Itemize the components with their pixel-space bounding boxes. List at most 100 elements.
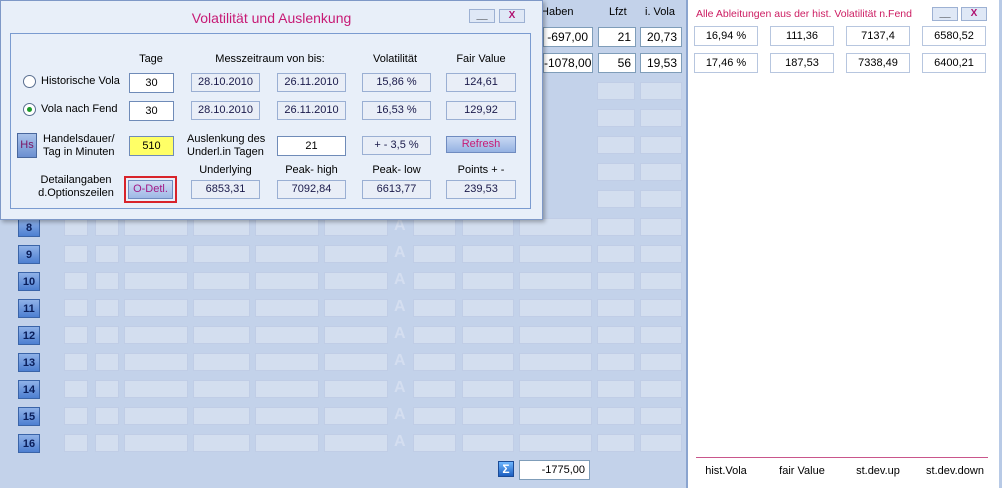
handelsdauer-input[interactable]: 510 [129, 136, 174, 156]
row-field [640, 82, 682, 100]
footer-stdev-down: st.dev.down [926, 465, 984, 477]
lfzt-cell[interactable]: 56 [598, 53, 636, 73]
row-field [597, 163, 635, 181]
row-select [324, 218, 388, 236]
row-field [597, 299, 635, 317]
row-select [124, 272, 188, 290]
row-field [462, 272, 514, 290]
dialog-minimize-button[interactable]: __ [469, 9, 495, 23]
row-a-marker: A [394, 379, 406, 396]
tage-input[interactable]: 30 [129, 73, 174, 93]
row-k-field [64, 272, 88, 290]
row-select [324, 380, 388, 398]
row-number-button[interactable]: 9 [18, 245, 40, 264]
row-field [640, 353, 682, 371]
row-select [255, 326, 319, 344]
row-number-button[interactable]: 13 [18, 353, 40, 372]
dialog-title: Volatilität und Auslenkung [191, 10, 352, 26]
row-select [255, 380, 319, 398]
refresh-button[interactable]: Refresh [446, 136, 516, 153]
row-select [255, 218, 319, 236]
row-field [640, 272, 682, 290]
auslenkung-percent: + - 3,5 % [362, 136, 431, 155]
row-field [193, 299, 250, 317]
stdev-up-cell: 7338,49 [846, 53, 910, 73]
panel-close-button[interactable]: X [961, 7, 987, 21]
row-field [597, 353, 635, 371]
header-haben: /Haben [538, 6, 574, 18]
row-select [324, 299, 388, 317]
volatility-value: 16,53 % [362, 101, 431, 120]
row-c-field [95, 218, 119, 236]
haben-cell: -1078,00 [543, 53, 593, 73]
row-select [124, 245, 188, 263]
to-date: 26.11.2010 [277, 101, 346, 120]
header-volatilitaet: Volatilität [372, 53, 418, 65]
row-number-button[interactable]: 14 [18, 380, 40, 399]
row-field [413, 353, 456, 371]
from-date: 28.10.2010 [191, 73, 260, 92]
row-field [640, 299, 682, 317]
row-field [597, 245, 635, 263]
row-a-marker: A [394, 325, 406, 342]
row-field [519, 218, 592, 236]
auslenkung-input[interactable]: 21 [277, 136, 346, 156]
row-field [462, 245, 514, 263]
row-field [519, 434, 592, 452]
row-field [519, 299, 592, 317]
row-select [324, 245, 388, 263]
derivations-panel [686, 0, 999, 488]
odetl-button[interactable]: O-Detl. [128, 180, 173, 199]
stdev-up-cell: 7137,4 [846, 26, 910, 46]
header-messzeitraum: Messzeitraum von bis: [215, 53, 325, 65]
dialog-close-button[interactable]: X [499, 9, 525, 23]
row-number-button[interactable]: 11 [18, 299, 40, 318]
row-field [193, 353, 250, 371]
total-field: -1775,00 [519, 460, 590, 480]
historische-vola-radio[interactable] [23, 75, 36, 88]
row-field [597, 326, 635, 344]
footer-stdev-up: st.dev.up [856, 465, 900, 477]
vola-nach-fend-radio[interactable] [23, 103, 36, 116]
row-field [413, 245, 456, 263]
fair-value-cell: 111,36 [770, 26, 834, 46]
row-select [124, 326, 188, 344]
row-k-field [64, 353, 88, 371]
vola-cell[interactable]: 19,53 [640, 53, 682, 73]
vola-cell[interactable]: 20,73 [640, 27, 682, 47]
row-number-button[interactable]: 16 [18, 434, 40, 453]
hs-button[interactable]: Hs [17, 133, 37, 158]
row-select [324, 353, 388, 371]
row-field [193, 272, 250, 290]
row-a-marker: A [394, 406, 406, 423]
row-field [413, 434, 456, 452]
row-field [193, 326, 250, 344]
fair-value: 129,92 [446, 101, 516, 120]
row-field [462, 434, 514, 452]
peak-high-label: Peak- high [285, 164, 338, 176]
panel-minimize-button[interactable]: __ [932, 7, 958, 21]
row-c-field [95, 407, 119, 425]
panel-title: Alle Ableitungen aus der hist. Volatilit… [696, 8, 912, 20]
row-number-button[interactable]: 15 [18, 407, 40, 426]
detail-label: Detailangaben d.Optionszeilen [38, 174, 114, 199]
row-number-button[interactable]: 10 [18, 272, 40, 291]
tage-input[interactable]: 30 [129, 101, 174, 121]
auslenkung-label: Auslenkung des Underl.in Tagen [187, 133, 266, 158]
row-a-marker: A [394, 433, 406, 450]
peak-high-value: 7092,84 [277, 180, 346, 199]
row-field [193, 245, 250, 263]
points-value: 239,53 [446, 180, 516, 199]
to-date: 26.11.2010 [277, 73, 346, 92]
row-select [255, 353, 319, 371]
historische-vola-label: Historische Vola [41, 75, 120, 87]
stdev-down-cell: 6580,52 [922, 26, 986, 46]
lfzt-cell[interactable]: 21 [598, 27, 636, 47]
row-number-button[interactable]: 8 [18, 218, 40, 237]
header-vola: i. Vola [645, 6, 675, 18]
sum-icon[interactable]: Σ [498, 461, 514, 477]
row-select [255, 434, 319, 452]
row-field [519, 326, 592, 344]
row-field [640, 326, 682, 344]
row-number-button[interactable]: 12 [18, 326, 40, 345]
